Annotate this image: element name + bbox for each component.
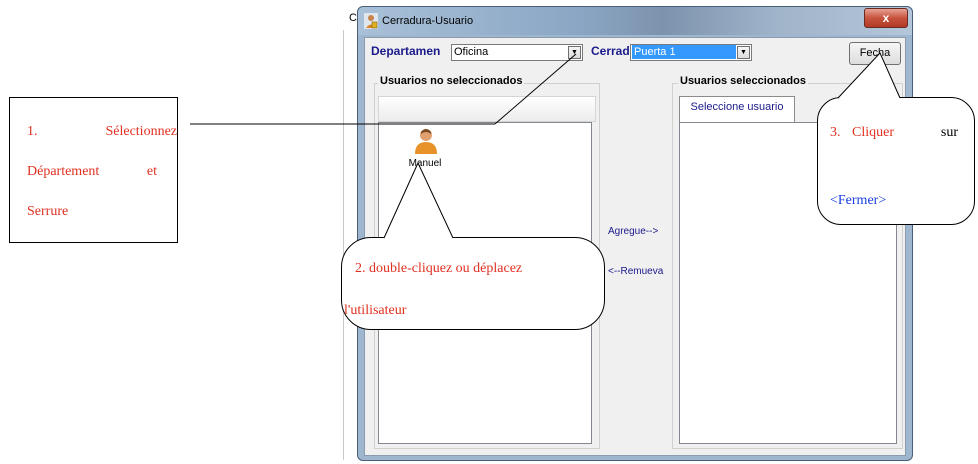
callout-step3-pointer <box>837 52 901 99</box>
